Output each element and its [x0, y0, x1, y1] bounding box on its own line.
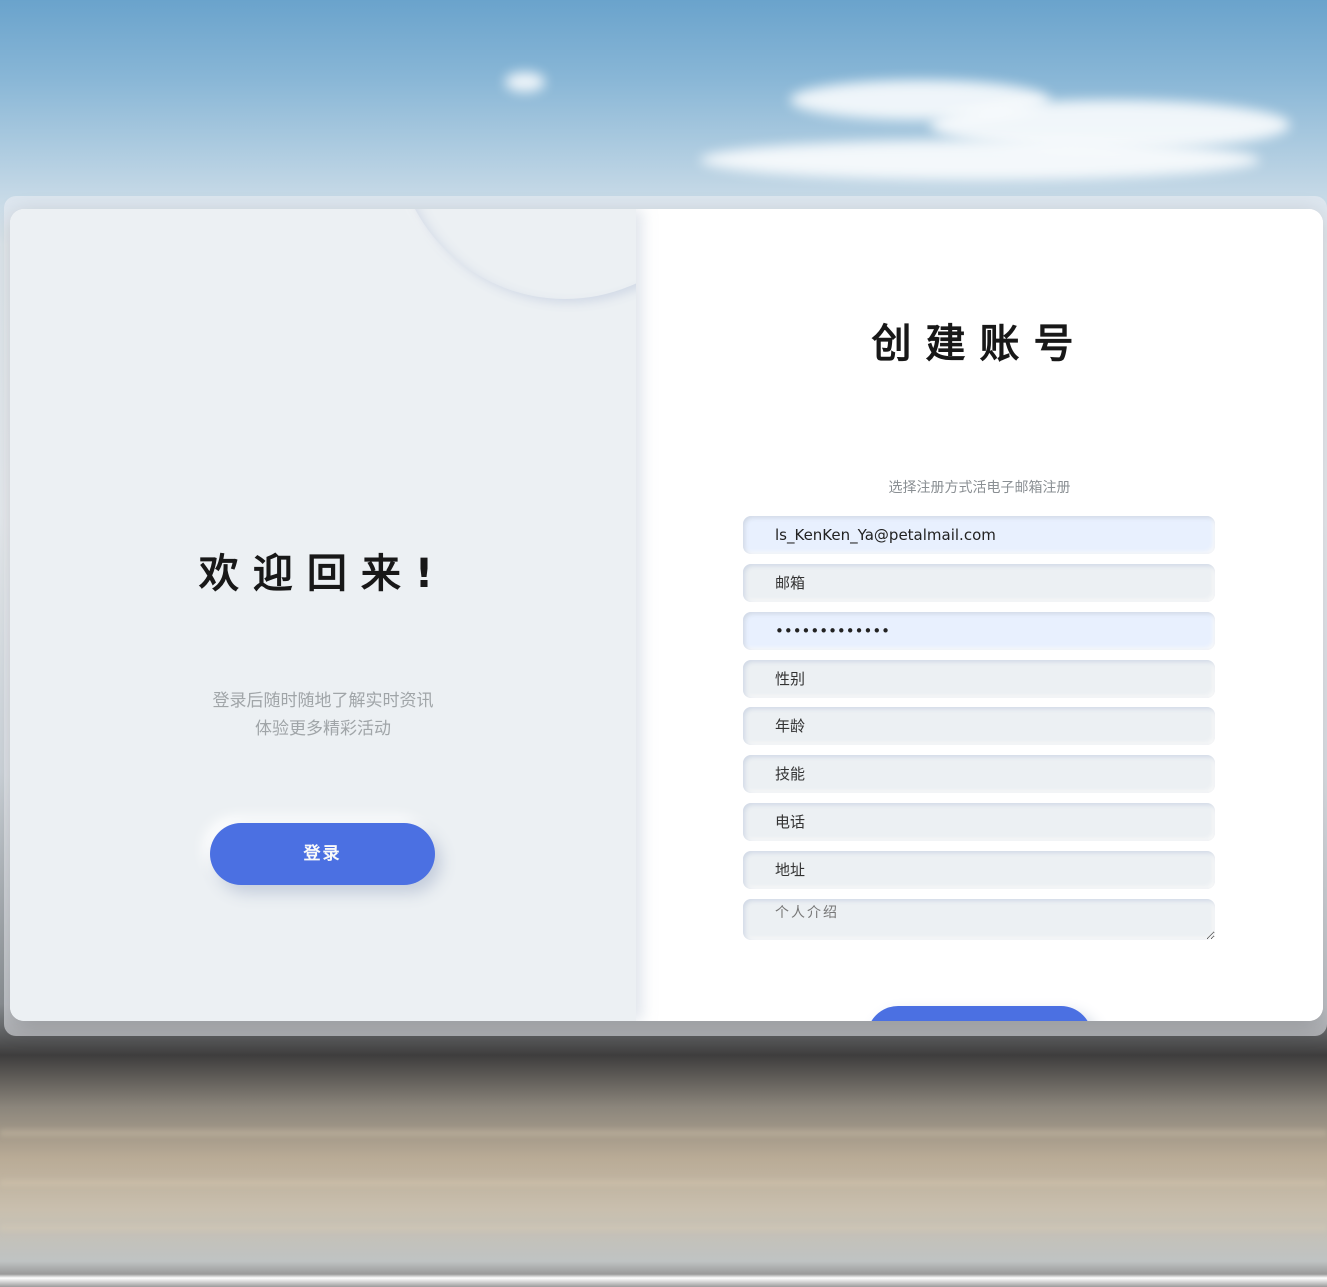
create-account-title: 创建账号 [871, 321, 1088, 367]
bio-textarea[interactable] [743, 899, 1215, 940]
username-input[interactable] [743, 516, 1215, 554]
password-input[interactable] [743, 612, 1215, 650]
register-button[interactable] [867, 1006, 1092, 1021]
ground-streak [0, 1225, 1327, 1231]
address-input[interactable] [743, 851, 1215, 889]
welcome-description-line: 登录后随时随地了解实时资讯 [212, 691, 434, 711]
cloud [505, 72, 545, 92]
welcome-description: 登录后随时随地了解实时资讯 体验更多精彩活动 [10, 687, 636, 743]
cloud [700, 140, 1260, 180]
decorative-circle [395, 209, 636, 299]
register-hint: 选择注册方式活电子邮箱注册 [888, 480, 1071, 496]
register-panel: 创建账号 选择注册方式活电子邮箱注册 [636, 209, 1323, 1021]
gender-input[interactable] [743, 660, 1215, 698]
ground-streak [0, 1180, 1327, 1186]
welcome-description-line: 体验更多精彩活动 [255, 719, 391, 739]
auth-card: 欢迎回来! 登录后随时随地了解实时资讯 体验更多精彩活动 登录 创建账号 选择注… [10, 209, 1323, 1021]
skills-input[interactable] [743, 755, 1215, 793]
login-button[interactable]: 登录 [210, 823, 435, 885]
welcome-title: 欢迎回来! [198, 551, 448, 597]
phone-input[interactable] [743, 803, 1215, 841]
ground-streak [0, 1130, 1327, 1136]
welcome-panel: 欢迎回来! 登录后随时随地了解实时资讯 体验更多精彩活动 登录 [10, 209, 636, 1021]
age-input[interactable] [743, 707, 1215, 745]
email-input[interactable] [743, 564, 1215, 602]
